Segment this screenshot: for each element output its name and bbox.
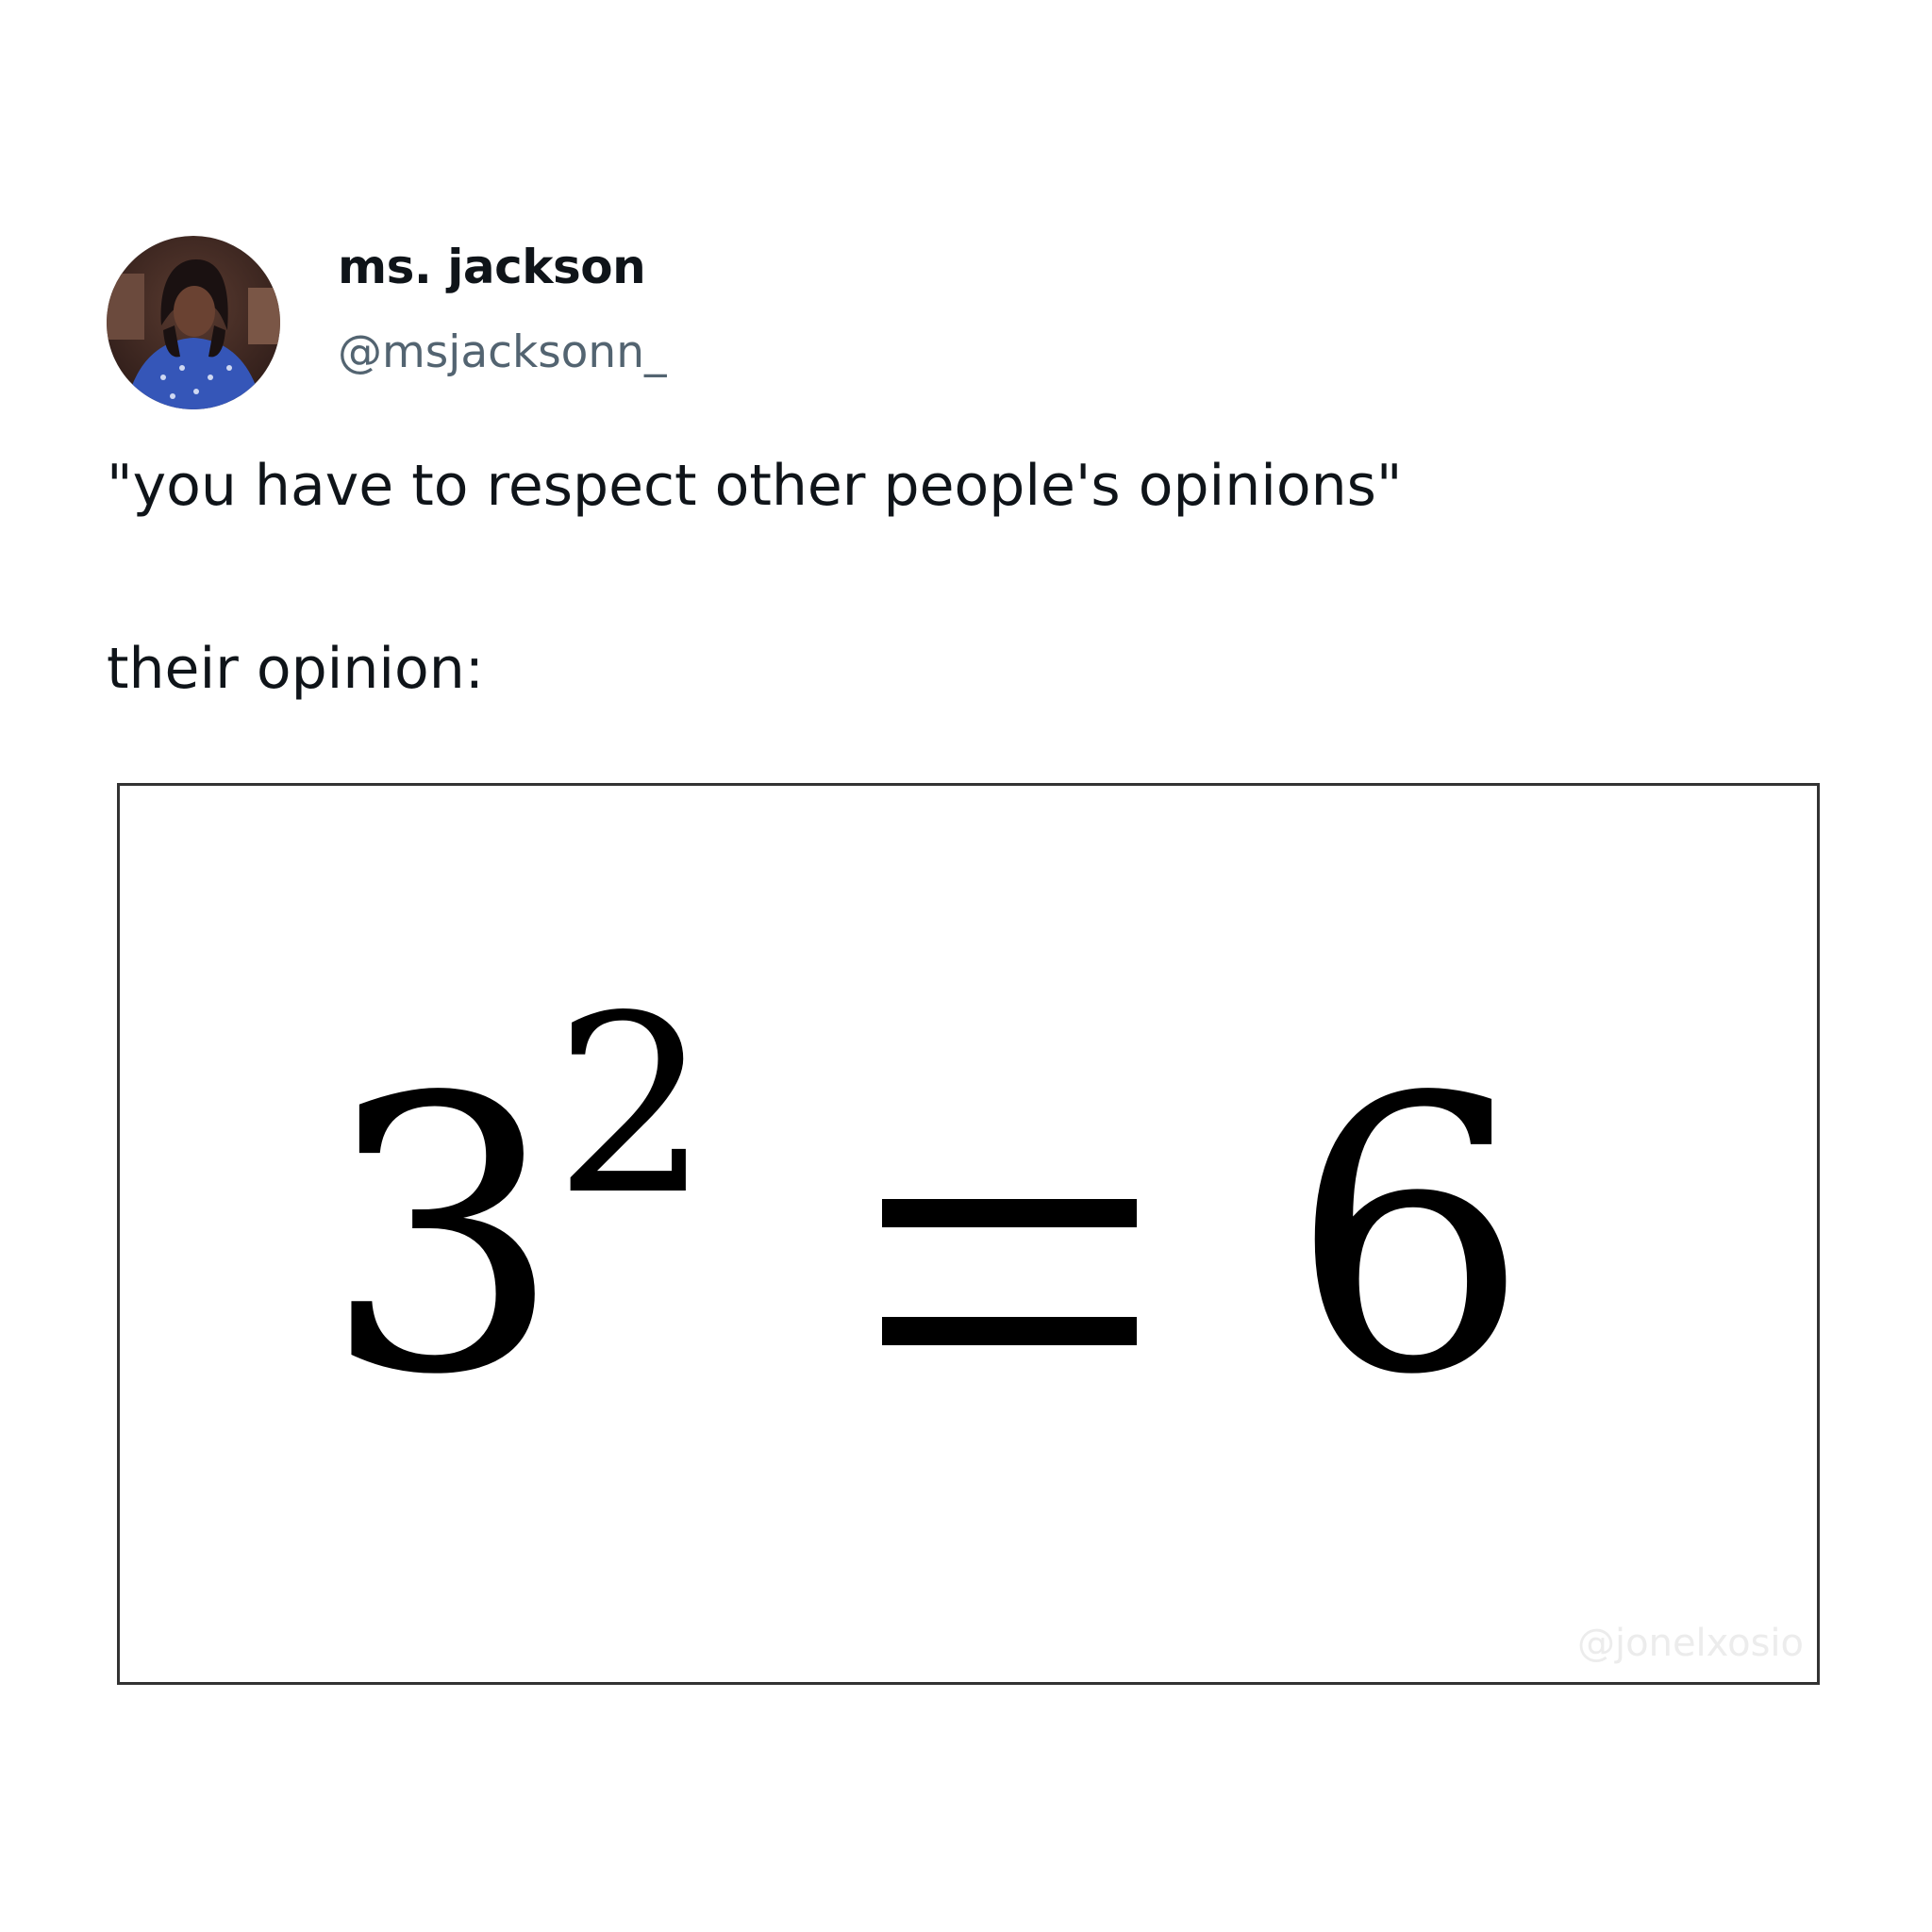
equals-bar-bottom (882, 1317, 1137, 1345)
equals-bar-top (882, 1199, 1137, 1227)
user-handle[interactable]: @msjacksonn_ (338, 330, 667, 375)
watermark: @jonelxosio (1577, 1622, 1804, 1665)
display-name[interactable]: ms. jackson (338, 243, 646, 291)
avatar-photo-icon (107, 236, 280, 409)
avatar[interactable] (107, 236, 280, 409)
equation-exponent: 2 (554, 964, 710, 1249)
equals-sign-icon (882, 1199, 1137, 1345)
tweet-text-line-1: "you have to respect other people's opin… (107, 453, 1403, 519)
equation: 3 2 6 (120, 786, 1817, 1682)
tweet-text-line-2: their opinion: (107, 636, 484, 702)
tweet-media-image[interactable]: 3 2 6 @jonelxosio (117, 783, 1820, 1685)
equation-result: 6 (1290, 1019, 1530, 1457)
tweet-card: ms. jackson @msjacksonn_ "you have to re… (0, 0, 1932, 1932)
equation-base: 3 (323, 1019, 563, 1457)
